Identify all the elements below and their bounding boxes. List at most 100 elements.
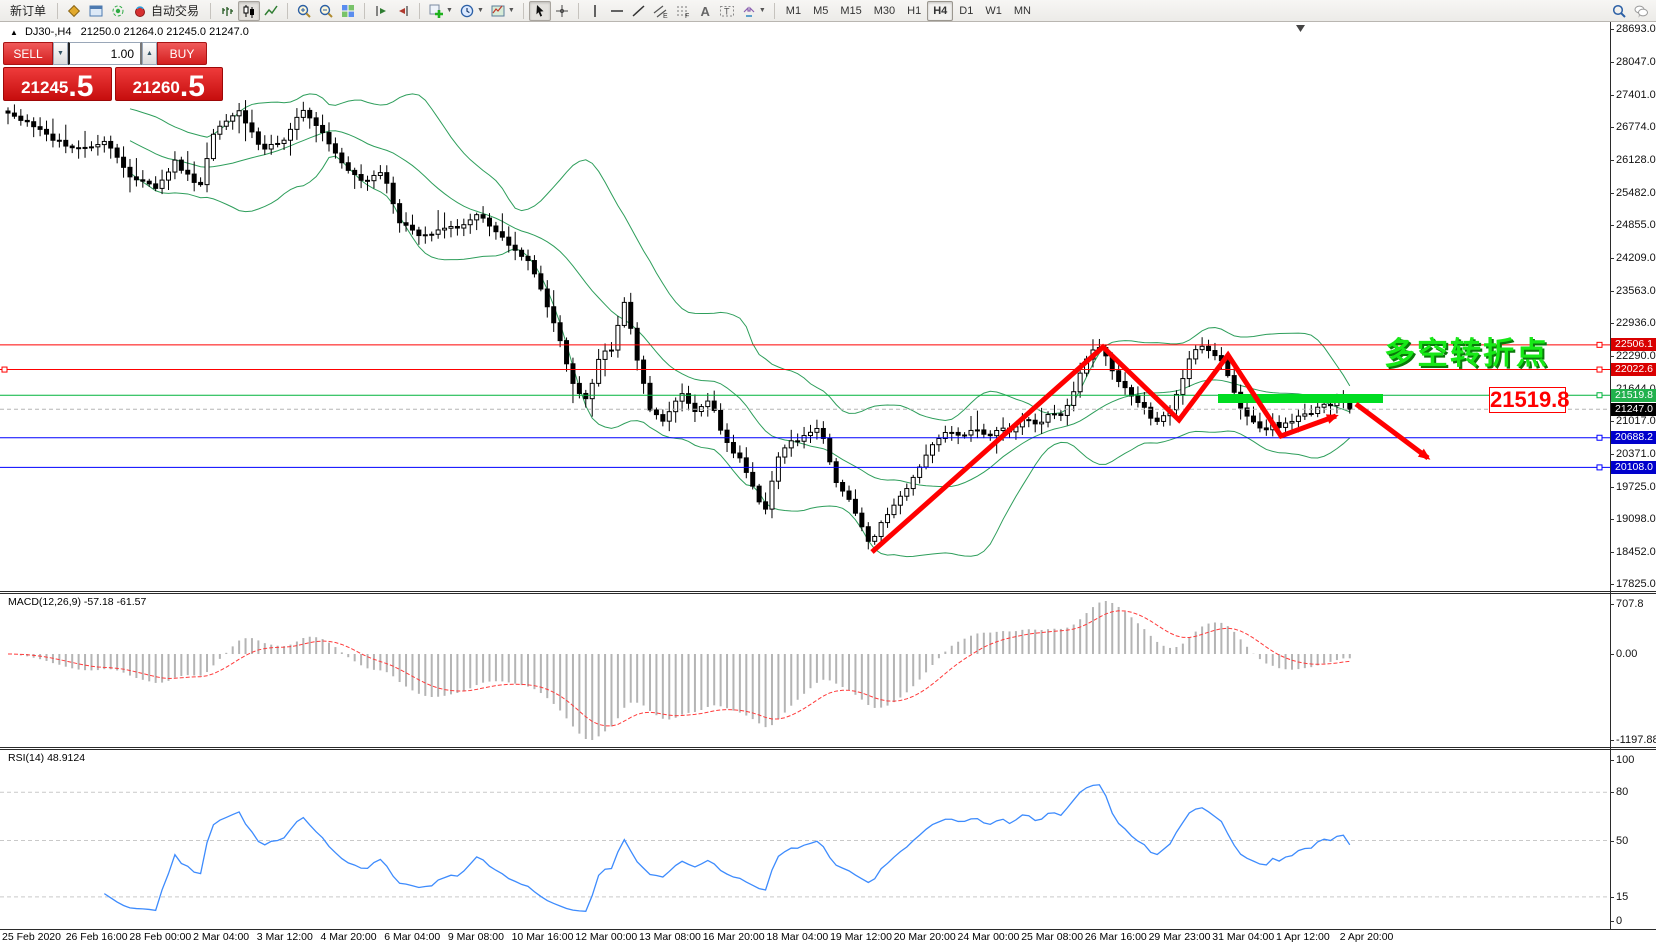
chat-button[interactable] [1630, 1, 1652, 21]
price-tick-mark [1610, 127, 1614, 128]
time-axis-label[interactable]: 18 Mar 04:00 [766, 931, 828, 943]
channel-button[interactable]: E [650, 1, 672, 21]
vertical-line-button[interactable] [584, 1, 606, 21]
market-watch-button[interactable] [63, 1, 85, 21]
candlestick-chart-button[interactable] [238, 1, 260, 21]
time-axis-label[interactable]: 31 Mar 04:00 [1212, 931, 1274, 943]
time-axis-label[interactable]: 4 Mar 20:00 [321, 931, 377, 943]
chevron-down-icon[interactable]: ▼ [759, 7, 766, 14]
time-axis-label[interactable]: 26 Feb 16:00 [66, 931, 128, 943]
price-tick-mark [1610, 323, 1614, 324]
new-order-label: 新订单 [7, 2, 49, 19]
time-axis-label[interactable]: 19 Mar 12:00 [830, 931, 892, 943]
cursor-button[interactable] [529, 1, 551, 21]
trendline-button[interactable] [628, 1, 650, 21]
price-callout-box[interactable]: 21519.8 [1489, 387, 1566, 413]
sell-price-display[interactable]: 21245 .5 [3, 67, 112, 101]
period-button[interactable]: ▼ [456, 1, 487, 21]
sell-price-main: 21245 [21, 79, 68, 99]
signals-button[interactable] [107, 1, 129, 21]
time-axis-label[interactable]: 25 Mar 08:00 [1021, 931, 1083, 943]
auto-scroll-icon [395, 3, 411, 19]
time-axis-label[interactable]: 9 Mar 08:00 [448, 931, 504, 943]
price-tick-mark [1610, 421, 1614, 422]
chart-shift-marker[interactable] [1296, 25, 1305, 32]
sell-button[interactable]: SELL [3, 42, 53, 65]
time-axis-label[interactable]: 6 Mar 04:00 [384, 931, 440, 943]
timeframe-m15[interactable]: M15 [834, 1, 867, 21]
macd-tick-mark [1610, 654, 1614, 655]
macd-tick-label: 0.00 [1616, 648, 1637, 660]
horizontal-lines[interactable] [0, 342, 1610, 470]
time-axis-label[interactable]: 28 Feb 00:00 [129, 931, 191, 943]
bar-chart-button[interactable] [216, 1, 238, 21]
auto-trading-button[interactable]: 自动交易 [129, 1, 205, 21]
horizontal-line-button[interactable] [606, 1, 628, 21]
add-indicator-button[interactable]: ▼ [425, 1, 456, 21]
time-axis-label[interactable]: 24 Mar 00:00 [958, 931, 1020, 943]
volume-input[interactable] [68, 42, 142, 65]
volume-increase-button[interactable]: ▲ [142, 42, 157, 65]
toolbar: 新订单 自动交易 ▼ ▼ ▼ EFAT ▼ M1M5M15M30H1H4D1W1MN [0, 0, 1656, 22]
timeframe-d1[interactable]: D1 [953, 1, 979, 21]
price-chart-canvas[interactable] [0, 0, 1656, 944]
timeframe-m5[interactable]: M5 [807, 1, 834, 21]
timeframe-h1[interactable]: H1 [901, 1, 927, 21]
zoom-out-button[interactable] [315, 1, 337, 21]
time-axis-label[interactable]: 16 Mar 20:00 [703, 931, 765, 943]
time-axis-label[interactable]: 2 Mar 04:00 [193, 931, 249, 943]
candlestick-chart-icon [241, 3, 257, 19]
text-button[interactable]: A [694, 1, 716, 21]
panel-divider[interactable] [0, 591, 1656, 592]
new-order-button[interactable]: 新订单 [4, 1, 52, 21]
time-axis-label[interactable]: 1 Apr 12:00 [1276, 931, 1330, 943]
tile-windows-button[interactable] [337, 1, 359, 21]
search-button[interactable] [1608, 1, 1630, 21]
timeframe-mn[interactable]: MN [1008, 1, 1037, 21]
crosshair-button[interactable] [551, 1, 573, 21]
timeframe-m30[interactable]: M30 [868, 1, 901, 21]
price-tick-label: 21017.0 [1616, 415, 1656, 427]
chinese-annotation[interactable]: 多空转折点 [1384, 328, 1549, 373]
zoom-in-button[interactable] [293, 1, 315, 21]
timeframe-h4[interactable]: H4 [927, 1, 953, 21]
time-axis-label[interactable]: 25 Feb 2020 [2, 931, 61, 943]
price-line-badge: 21519.8 [1611, 389, 1656, 402]
buy-price-main: 21260 [133, 79, 180, 99]
timeframe-m1[interactable]: M1 [780, 1, 807, 21]
channel-icon: E [653, 3, 669, 19]
vertical-line-icon [587, 3, 603, 19]
collapse-panel-icon[interactable]: ▲ [10, 28, 18, 37]
chart-shift-button[interactable] [370, 1, 392, 21]
volume-decrease-button[interactable]: ▼ [53, 42, 68, 65]
arrows-button[interactable]: ▼ [738, 1, 769, 21]
buy-price-display[interactable]: 21260 .5 [115, 67, 224, 101]
time-axis-label[interactable]: 20 Mar 20:00 [894, 931, 956, 943]
chevron-down-icon[interactable]: ▼ [446, 7, 453, 14]
signals-icon [110, 3, 126, 19]
time-axis-label[interactable]: 26 Mar 16:00 [1085, 931, 1147, 943]
time-axis-label[interactable]: 10 Mar 16:00 [512, 931, 574, 943]
time-axis-label[interactable]: 13 Mar 08:00 [639, 931, 701, 943]
buy-button[interactable]: BUY [157, 42, 207, 65]
timeframe-w1[interactable]: W1 [979, 1, 1008, 21]
data-window-button[interactable] [85, 1, 107, 21]
price-tick-mark [1610, 225, 1614, 226]
support-zone-bar[interactable] [1218, 394, 1383, 403]
macd-tick-mark [1610, 740, 1614, 741]
time-axis-label[interactable]: 12 Mar 00:00 [575, 931, 637, 943]
fibonacci-button[interactable]: F [672, 1, 694, 21]
template-button[interactable]: ▼ [487, 1, 518, 21]
time-axis-label[interactable]: 3 Mar 12:00 [257, 931, 313, 943]
line-chart-button[interactable] [260, 1, 282, 21]
label-button[interactable]: T [716, 1, 738, 21]
chevron-down-icon[interactable]: ▼ [477, 7, 484, 14]
panel-divider[interactable] [0, 747, 1656, 748]
market-watch-icon [66, 3, 82, 19]
price-tick-mark [1610, 584, 1614, 585]
time-axis-label[interactable]: 2 Apr 20:00 [1340, 931, 1394, 943]
chevron-down-icon[interactable]: ▼ [508, 7, 515, 14]
chat-icon [1633, 3, 1649, 19]
time-axis-label[interactable]: 29 Mar 23:00 [1149, 931, 1211, 943]
auto-scroll-button[interactable] [392, 1, 414, 21]
